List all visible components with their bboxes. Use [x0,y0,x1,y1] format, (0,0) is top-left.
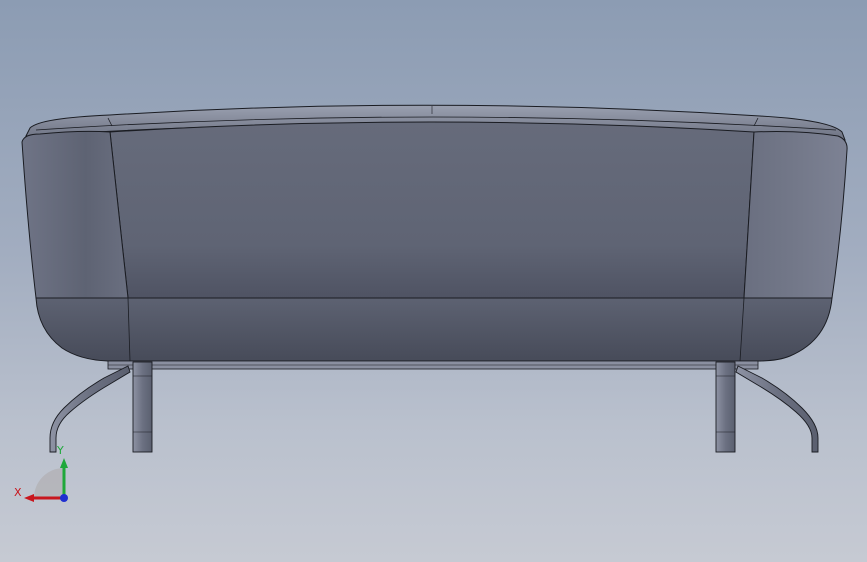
sofa-body [21,121,848,370]
triad-plane-icon [34,468,64,498]
sofa-model[interactable] [0,0,867,562]
triad-y-label: Y [56,444,64,457]
sofa-legs [49,361,819,453]
triad-x-label: X [14,486,22,499]
z-axis-dot-icon [60,494,68,502]
graphics-viewport[interactable]: Y X [0,0,867,562]
reference-triad[interactable]: Y X [10,440,80,510]
